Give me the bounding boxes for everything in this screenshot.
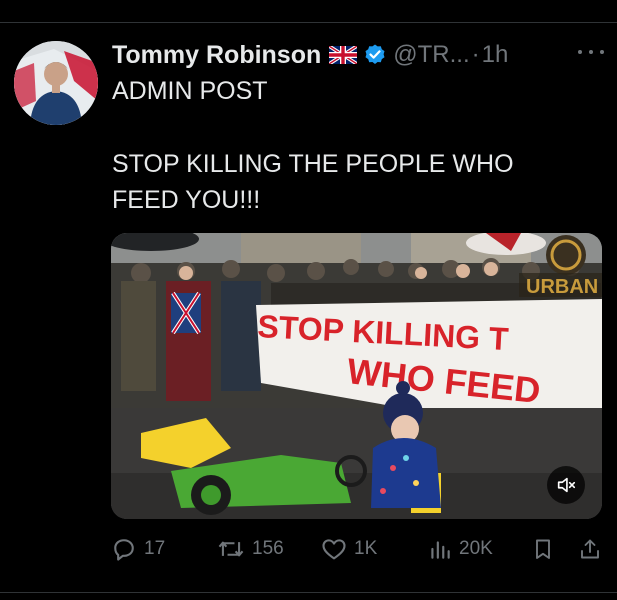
views-button[interactable]: 20K: [427, 534, 493, 564]
repost-button[interactable]: 156: [216, 534, 284, 564]
share-button[interactable]: [578, 534, 602, 564]
muted-speaker-icon[interactable]: [547, 466, 585, 504]
uk-flag-icon: [329, 46, 358, 64]
media-logo-text: URBAN: [526, 276, 598, 298]
more-options-icon[interactable]: [578, 42, 604, 62]
post-video[interactable]: URBAN STOP KILLING T WHO FEED: [111, 233, 602, 519]
bookmark-button[interactable]: [531, 534, 555, 564]
bottom-divider: [0, 592, 617, 593]
post-text-line-3: STOP KILLING THE PEOPLE WHO: [112, 150, 514, 178]
reply-icon: [110, 535, 138, 563]
heart-icon: [320, 535, 348, 563]
like-count: 1K: [354, 538, 378, 559]
views-chart-icon: [427, 535, 453, 563]
share-icon: [578, 535, 602, 563]
reply-count: 17: [144, 538, 166, 559]
post-header: Tommy Robinson @TR... · 1h: [112, 38, 508, 72]
avatar-image: [14, 41, 98, 125]
post-text-line-1: ADMIN POST: [112, 77, 268, 105]
post-timestamp[interactable]: 1h: [482, 41, 509, 69]
view-count: 20K: [459, 538, 493, 559]
bookmark-icon: [531, 535, 555, 563]
header-separator: ·: [471, 41, 480, 68]
top-divider: [0, 22, 617, 23]
avatar[interactable]: [14, 41, 98, 125]
repost-count: 156: [252, 538, 284, 559]
post-text-line-4: FEED YOU!!!: [112, 186, 261, 214]
action-bar: 17 156 1K 20K: [0, 534, 617, 564]
verified-badge-icon[interactable]: [363, 43, 387, 67]
reply-button[interactable]: 17: [110, 534, 165, 564]
author-name[interactable]: Tommy Robinson: [112, 41, 321, 70]
author-handle[interactable]: @TR...: [393, 41, 469, 69]
like-button[interactable]: 1K: [320, 534, 377, 564]
repost-icon: [216, 535, 246, 563]
